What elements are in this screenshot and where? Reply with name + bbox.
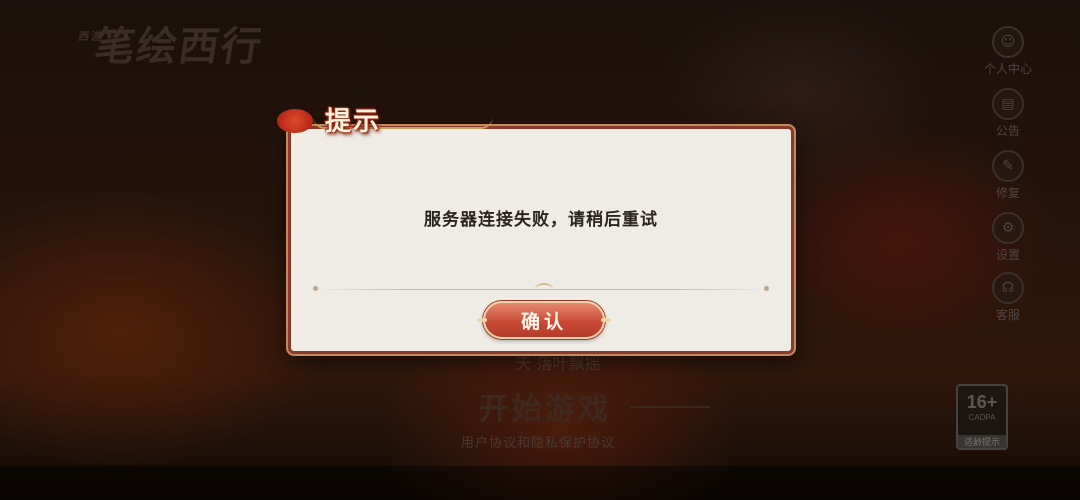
divider-dot — [313, 286, 318, 291]
divider-ornament — [535, 283, 553, 295]
dialog-message: 服务器连接失败，请稍后重试 — [424, 210, 658, 230]
divider-dot — [764, 286, 769, 291]
dialog-title-decoration: 提示 — [277, 101, 497, 147]
alert-dialog: 提示 服务器连接失败，请稍后重试 确认 — [277, 107, 794, 354]
cloud-ornament-icon — [277, 109, 313, 133]
confirm-button[interactable]: 确认 — [477, 301, 611, 339]
dialog-title: 提示 — [325, 107, 382, 137]
